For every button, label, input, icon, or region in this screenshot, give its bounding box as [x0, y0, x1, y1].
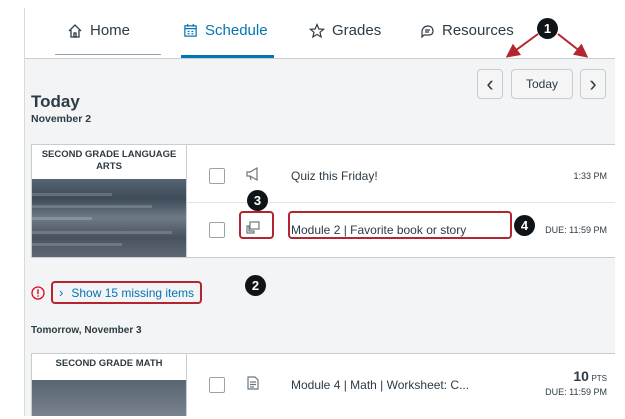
callout-4: 4	[514, 215, 535, 236]
callout-arrows	[505, 33, 589, 58]
callout-1: 1	[537, 18, 558, 39]
highlight-item-title	[288, 211, 512, 239]
callout-2: 2	[245, 275, 266, 296]
callout-3: 3	[247, 190, 268, 211]
highlight-discussion-icon	[239, 211, 274, 239]
